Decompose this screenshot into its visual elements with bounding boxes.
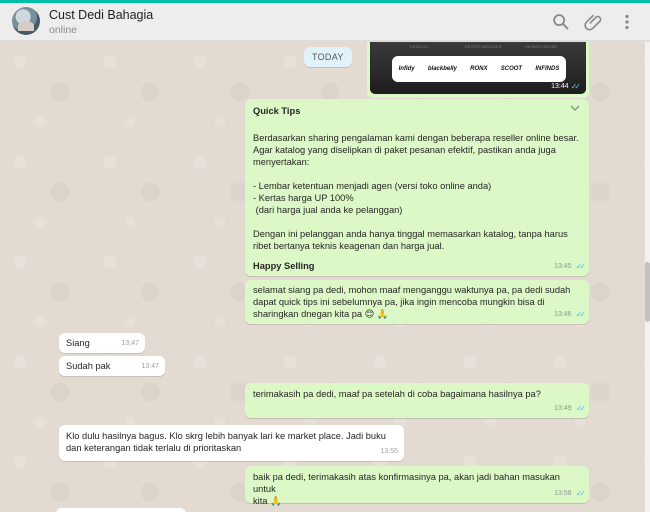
quick-tips-footer: Happy Selling <box>253 261 315 271</box>
message-time: 13:46 <box>554 311 572 318</box>
search-icon[interactable] <box>550 11 572 33</box>
attach-icon[interactable] <box>583 11 605 33</box>
read-receipt-icon: ✓✓ <box>570 82 582 91</box>
message-meta: 13:44 ✓✓ <box>551 82 582 91</box>
chevron-down-icon[interactable] <box>569 103 581 113</box>
menu-icon[interactable] <box>616 11 638 33</box>
message-bubble-quick-tips[interactable]: Quick Tips Berdasarkan sharing pengalama… <box>245 99 589 276</box>
message-bubble-out[interactable]: baik pa dedi, terimakasih atas konfirmas… <box>245 466 589 506</box>
avatar[interactable] <box>12 7 40 35</box>
catalog-image[interactable]: KATALOG KETENTUAN AGEN INFINDS ONLINE In… <box>370 42 586 94</box>
message-meta: 13:58 ✓✓ <box>554 488 587 500</box>
message-meta: 13:49 ✓✓ <box>554 403 587 415</box>
read-receipt-icon: ✓✓ <box>575 489 587 498</box>
brand-logo: INFINDS <box>535 66 560 72</box>
message-text: terimakasih pa dedi, maaf pa setelah di … <box>253 389 541 399</box>
brand-logo: blackbelly <box>427 66 457 72</box>
image-caption-left: KATALOG <box>410 44 429 49</box>
message-time: 13:44 <box>551 83 569 90</box>
message-time: 13:47 <box>141 363 159 370</box>
scrollbar-thumb[interactable] <box>645 262 650 322</box>
message-time: 13:47 <box>121 340 139 347</box>
message-meta: 13:55 <box>380 446 398 458</box>
message-meta: 13:47 <box>141 361 159 373</box>
message-text: Berdasarkan sharing pengalaman kami deng… <box>253 133 579 251</box>
message-meta: 13:46 ✓✓ <box>554 309 587 321</box>
message-bubble-out[interactable]: selamat siang pa dedi, mohon maaf mengan… <box>245 280 589 324</box>
message-time: 13:55 <box>380 448 398 455</box>
message-text: baik pa dedi, terimakasih atas konfirmas… <box>253 472 560 506</box>
message-bubble-in[interactable]: Klo dulu hasilnya bagus. Klo skrg lebih … <box>59 425 404 461</box>
message-time: 13:45 <box>554 263 572 270</box>
contact-status: online <box>49 24 78 36</box>
brand-logo-strip: Infidy blackbelly RONX SCOOT INFINDS <box>392 56 566 82</box>
message-meta: 13:45 ✓✓ <box>554 261 587 273</box>
contact-name[interactable]: Cust Dedi Bahagia <box>49 8 153 22</box>
chat-header: Cust Dedi Bahagia online <box>0 3 650 41</box>
brand-logo: SCOOT <box>500 66 523 72</box>
message-bubble-out[interactable]: terimakasih pa dedi, maaf pa setelah di … <box>245 383 589 418</box>
message-bubble-in-partial[interactable] <box>56 508 186 512</box>
message-text: Klo dulu hasilnya bagus. Klo skrg lebih … <box>66 431 386 453</box>
message-bubble-in[interactable]: Siang 13:47 <box>59 333 145 353</box>
read-receipt-icon: ✓✓ <box>575 262 587 271</box>
image-caption-right: INFINDS ONLINE <box>525 44 558 49</box>
image-message[interactable]: KATALOG KETENTUAN AGEN INFINDS ONLINE In… <box>367 42 589 98</box>
brand-logo: RONX <box>470 66 488 72</box>
quick-tips-title: Quick Tips <box>253 106 301 116</box>
read-receipt-icon: ✓✓ <box>575 404 587 413</box>
message-bubble-in[interactable]: Sudah pak 13:47 <box>59 356 165 376</box>
message-time: 13:58 <box>554 490 572 497</box>
chat-scrollbar[interactable] <box>645 42 650 512</box>
brand-logo: Infidy <box>398 66 415 72</box>
image-caption-mid: KETENTUAN AGEN <box>465 44 502 49</box>
message-meta: 13:47 <box>121 338 139 350</box>
read-receipt-icon: ✓✓ <box>575 310 587 319</box>
message-time: 13:49 <box>554 405 572 412</box>
date-divider: TODAY <box>304 47 352 67</box>
chat-panel[interactable]: KATALOG KETENTUAN AGEN INFINDS ONLINE In… <box>0 42 645 512</box>
message-text: selamat siang pa dedi, mohon maaf mengan… <box>253 285 571 319</box>
